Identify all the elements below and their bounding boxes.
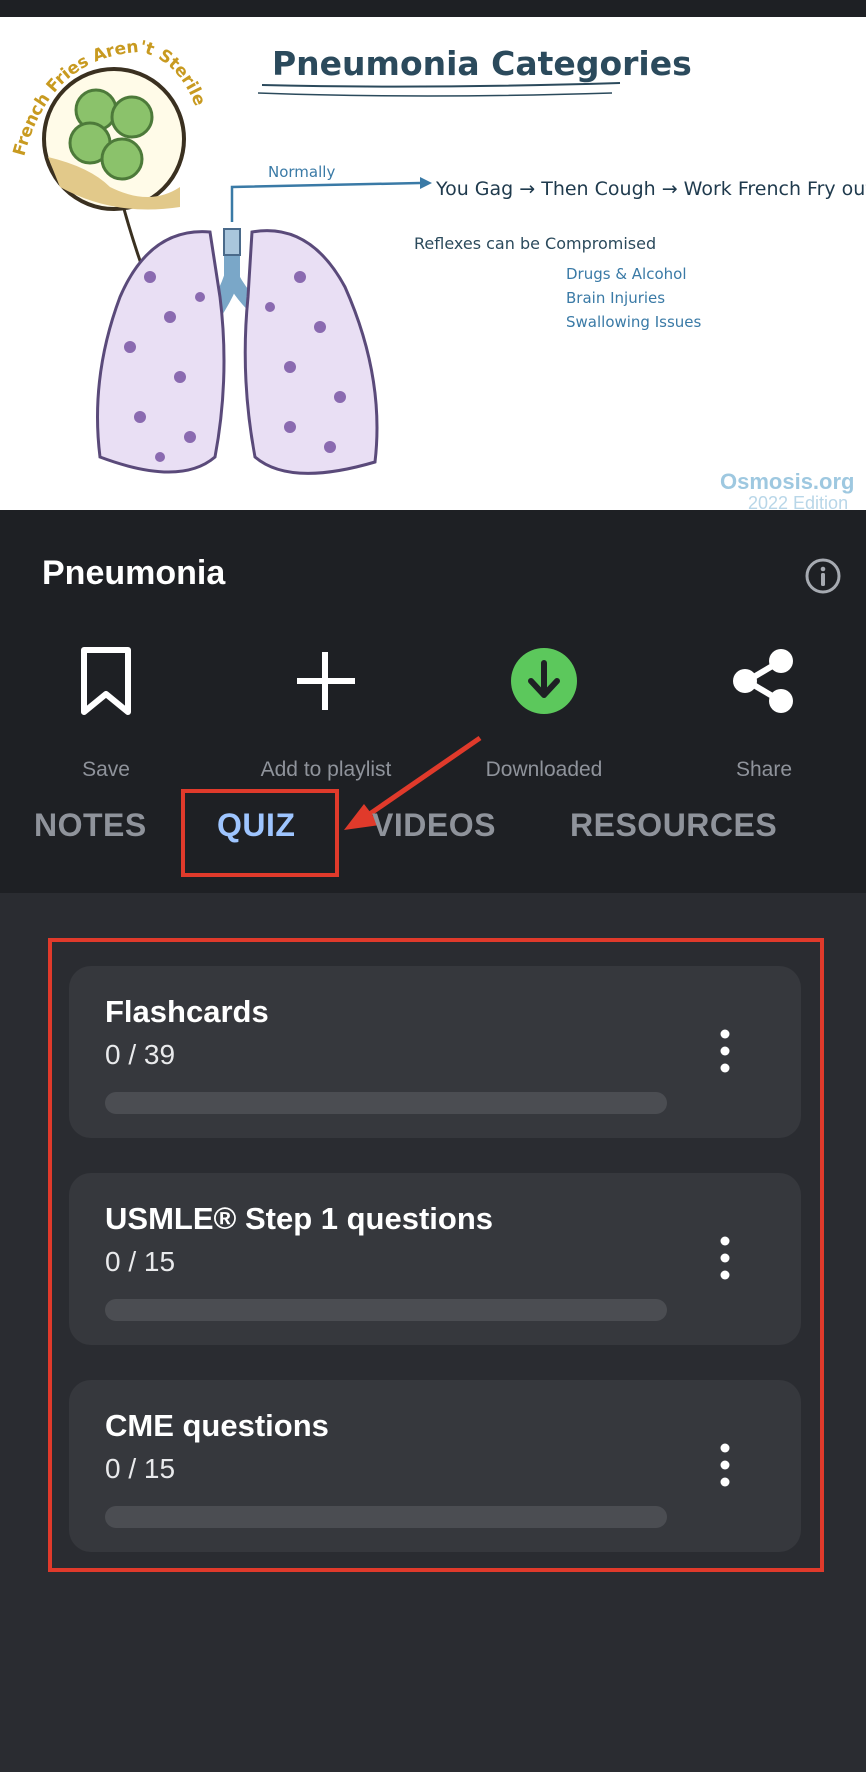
info-icon[interactable] bbox=[804, 557, 842, 595]
gag-line: You Gag → Then Cough → Work French Fry o… bbox=[435, 178, 866, 200]
quiz-tab-highlight bbox=[181, 789, 339, 877]
topic-header-panel: Pneumonia Save Add to playlist Downloade… bbox=[0, 510, 866, 893]
download-check-icon bbox=[511, 648, 577, 714]
plus-icon bbox=[297, 652, 355, 710]
page-title: Pneumonia bbox=[42, 554, 226, 592]
tab-videos[interactable]: VIDEOS bbox=[372, 807, 496, 844]
quiz-list: Flashcards 0 / 39 USMLE® Step 1 question… bbox=[0, 893, 866, 1772]
tab-notes[interactable]: NOTES bbox=[34, 807, 147, 844]
bookmark-icon bbox=[81, 647, 131, 715]
cause-2: Brain Injuries bbox=[566, 289, 665, 307]
watermark-brand: Osmosis.org bbox=[720, 469, 854, 494]
illustration-heading: Pneumonia Categories bbox=[272, 44, 692, 83]
reflexes-line: Reflexes can be Compromised bbox=[414, 234, 656, 253]
tab-resources[interactable]: RESOURCES bbox=[570, 807, 777, 844]
save-button[interactable]: Save bbox=[6, 646, 206, 781]
video-thumbnail[interactable]: Pneumonia Categories French Fries Aren't… bbox=[0, 17, 866, 510]
share-button[interactable]: Share bbox=[664, 646, 864, 781]
quiz-list-highlight bbox=[48, 938, 824, 1572]
tab-bar: NOTES QUIZ VIDEOS RESOURCES bbox=[0, 772, 866, 893]
cause-3: Swallowing Issues bbox=[566, 313, 702, 331]
watermark-edition: 2022 Edition bbox=[748, 493, 848, 510]
share-icon bbox=[733, 649, 793, 713]
normally-label: Normally bbox=[268, 163, 335, 181]
cause-1: Drugs & Alcohol bbox=[566, 265, 687, 283]
status-bar bbox=[0, 0, 866, 17]
lungs-illustration: Pneumonia Categories French Fries Aren't… bbox=[10, 37, 866, 510]
